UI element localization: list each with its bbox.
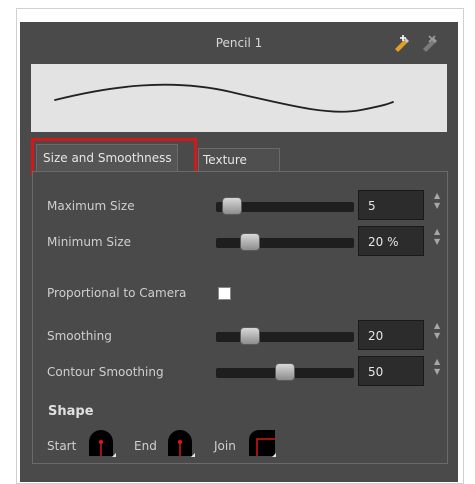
- contour-smoothing-slider[interactable]: [216, 363, 354, 381]
- join-round-icon[interactable]: [247, 428, 277, 458]
- smoothing-label: Smoothing: [47, 329, 112, 343]
- contour-smoothing-label: Contour Smoothing: [47, 365, 164, 379]
- maximum-size-slider-thumb[interactable]: [222, 197, 242, 215]
- minimum-size-stepper[interactable]: ▲ ▼: [434, 227, 444, 247]
- contour-smoothing-slider-thumb[interactable]: [275, 363, 295, 381]
- maximum-size-stepper[interactable]: ▲ ▼: [434, 191, 444, 211]
- tab-texture-label: Texture: [203, 153, 247, 167]
- shape-section-title: Shape: [48, 404, 94, 419]
- stroke-preview-line: [54, 83, 394, 113]
- minimum-size-field[interactable]: 20 %: [358, 226, 424, 256]
- smoothing-field[interactable]: 20: [358, 320, 424, 350]
- minimum-size-slider[interactable]: [216, 233, 354, 251]
- start-cap-round-icon[interactable]: [87, 428, 117, 458]
- contour-smoothing-field[interactable]: 50: [358, 356, 424, 386]
- minimum-size-label: Minimum Size: [47, 235, 132, 249]
- start-label: Start: [47, 439, 77, 453]
- add-preset-icon[interactable]: [392, 34, 412, 52]
- proportional-to-camera-label: Proportional to Camera: [47, 286, 187, 300]
- pencil-properties-panel: Pencil 1 Texture Size and Smoothness Max…: [20, 22, 458, 482]
- smoothing-slider-thumb[interactable]: [240, 327, 260, 345]
- maximum-size-label: Maximum Size: [47, 199, 135, 213]
- size-and-smoothness-content: Maximum Size 5 ▲ ▼ Minimum Size 20 % ▲ ▼ P…: [32, 171, 448, 464]
- minimum-size-slider-thumb[interactable]: [240, 233, 260, 251]
- proportional-to-camera-checkbox[interactable]: [218, 287, 231, 300]
- delete-preset-icon[interactable]: [420, 34, 440, 52]
- end-cap-round-icon[interactable]: [166, 428, 196, 458]
- contour-smoothing-stepper[interactable]: ▲ ▼: [434, 357, 444, 377]
- tab-texture[interactable]: Texture: [198, 148, 280, 172]
- smoothing-stepper[interactable]: ▲ ▼: [434, 321, 444, 341]
- maximum-size-slider[interactable]: [216, 197, 354, 215]
- smoothing-slider[interactable]: [216, 327, 354, 345]
- stroke-preview: [31, 64, 447, 132]
- maximum-size-field[interactable]: 5: [358, 190, 424, 220]
- join-label: Join: [214, 439, 236, 453]
- end-label: End: [134, 439, 157, 453]
